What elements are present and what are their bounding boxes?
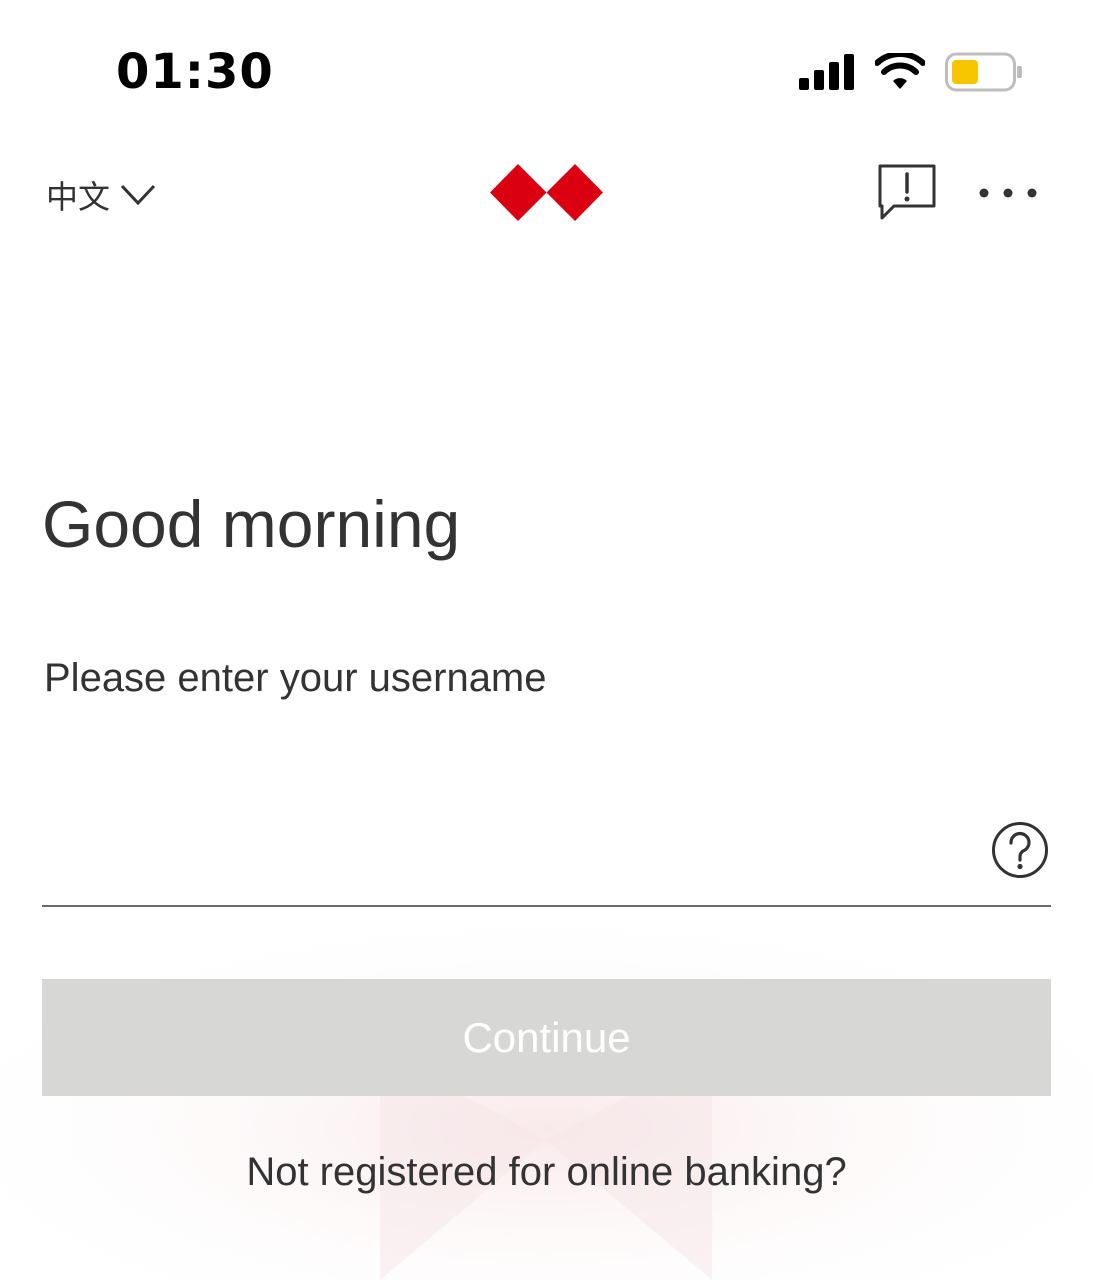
status-icons — [799, 50, 1023, 94]
language-switch[interactable]: 中文 — [46, 172, 156, 218]
help-circle-icon[interactable] — [991, 821, 1049, 879]
hsbc-logo-icon — [490, 164, 603, 221]
battery-icon — [945, 52, 1022, 92]
greeting-heading: Good morning — [42, 487, 461, 561]
more-horizontal-icon[interactable] — [976, 180, 1040, 206]
cellular-signal-icon — [799, 54, 854, 90]
language-label: 中文 — [46, 178, 111, 216]
login-screen: 01:30 中文 Good morning Please enter your … — [0, 0, 1093, 1280]
username-label: Please enter your username — [44, 656, 547, 700]
continue-button[interactable]: Continue — [42, 979, 1051, 1096]
input-underline — [42, 905, 1051, 907]
register-link[interactable]: Not registered for online banking? — [0, 1150, 1093, 1195]
feedback-icon[interactable] — [878, 164, 936, 220]
continue-button-label: Continue — [462, 1013, 631, 1061]
username-input[interactable] — [42, 800, 976, 902]
status-time: 01:30 — [116, 44, 274, 100]
chevron-down-icon — [120, 184, 156, 206]
wifi-icon — [875, 53, 925, 89]
